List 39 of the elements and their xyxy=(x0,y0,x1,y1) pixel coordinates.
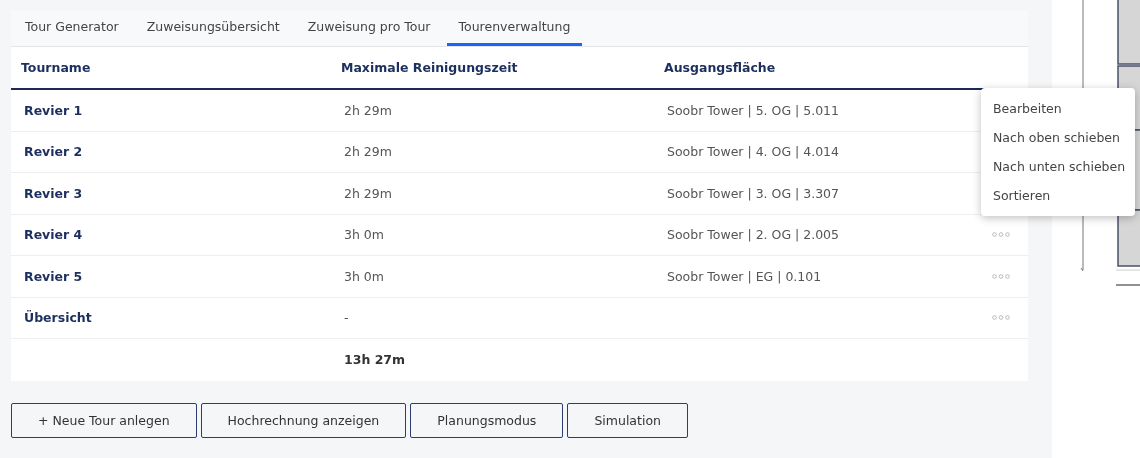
menu-item[interactable]: Nach oben schieben xyxy=(981,123,1135,152)
menu-item[interactable]: Bearbeiten xyxy=(981,94,1135,123)
table-cell: 2h 29m xyxy=(344,144,392,160)
tour-name: Revier 2 xyxy=(24,144,83,160)
table-cell: - xyxy=(344,310,349,326)
tour-name: Revier 1 xyxy=(24,102,83,118)
column-header: Tourname xyxy=(20,60,92,75)
table-cell: 2h 29m xyxy=(344,185,392,201)
tab[interactable]: Zuweisung pro Tour xyxy=(295,10,443,46)
table-cell: Soobr Tower | 2. OG | 2.005 xyxy=(667,227,839,243)
table-cell: Soobr Tower | 4. OG | 4.014 xyxy=(667,144,839,160)
table-cell: 3h 0m xyxy=(344,227,384,243)
table-cell: 2h 29m xyxy=(344,102,392,118)
action-button[interactable]: Hochrechnung anzeigen xyxy=(200,402,407,438)
column-header: Ausgangsfläche xyxy=(663,60,777,75)
menu-item[interactable]: Sortieren xyxy=(981,181,1135,210)
tour-name: Revier 4 xyxy=(24,227,83,243)
wall-line xyxy=(1115,284,1140,286)
action-button[interactable]: + Neue Tour anlegen xyxy=(11,402,197,438)
tour-name: Revier 5 xyxy=(24,268,83,284)
room-shape xyxy=(1117,0,1140,65)
tab[interactable]: Tourenverwaltung xyxy=(446,10,583,46)
menu-item[interactable]: Nach unten schieben xyxy=(981,152,1135,181)
room-shape xyxy=(1117,209,1140,267)
tab[interactable]: Zuweisungsübersicht xyxy=(134,10,292,46)
tab[interactable]: Tour Generator xyxy=(13,10,131,46)
table-cell: Soobr Tower | 3. OG | 3.307 xyxy=(667,185,839,201)
action-button[interactable]: Simulation xyxy=(567,402,688,438)
more-icon[interactable] xyxy=(992,315,1010,321)
total-time: 13h 27m xyxy=(344,352,406,368)
table-cell: 3h 0m xyxy=(344,268,384,284)
tour-name: Revier 3 xyxy=(24,185,83,201)
table-cell: Soobr Tower | EG | 0.101 xyxy=(667,268,822,284)
action-button[interactable]: Planungsmodus xyxy=(410,402,564,438)
column-header: Maximale Reinigungszeit xyxy=(340,60,519,75)
table-cell: Soobr Tower | 5. OG | 5.011 xyxy=(667,102,839,118)
tour-name: Übersicht xyxy=(24,310,92,326)
more-icon[interactable] xyxy=(992,232,1010,238)
more-icon[interactable] xyxy=(992,273,1010,279)
